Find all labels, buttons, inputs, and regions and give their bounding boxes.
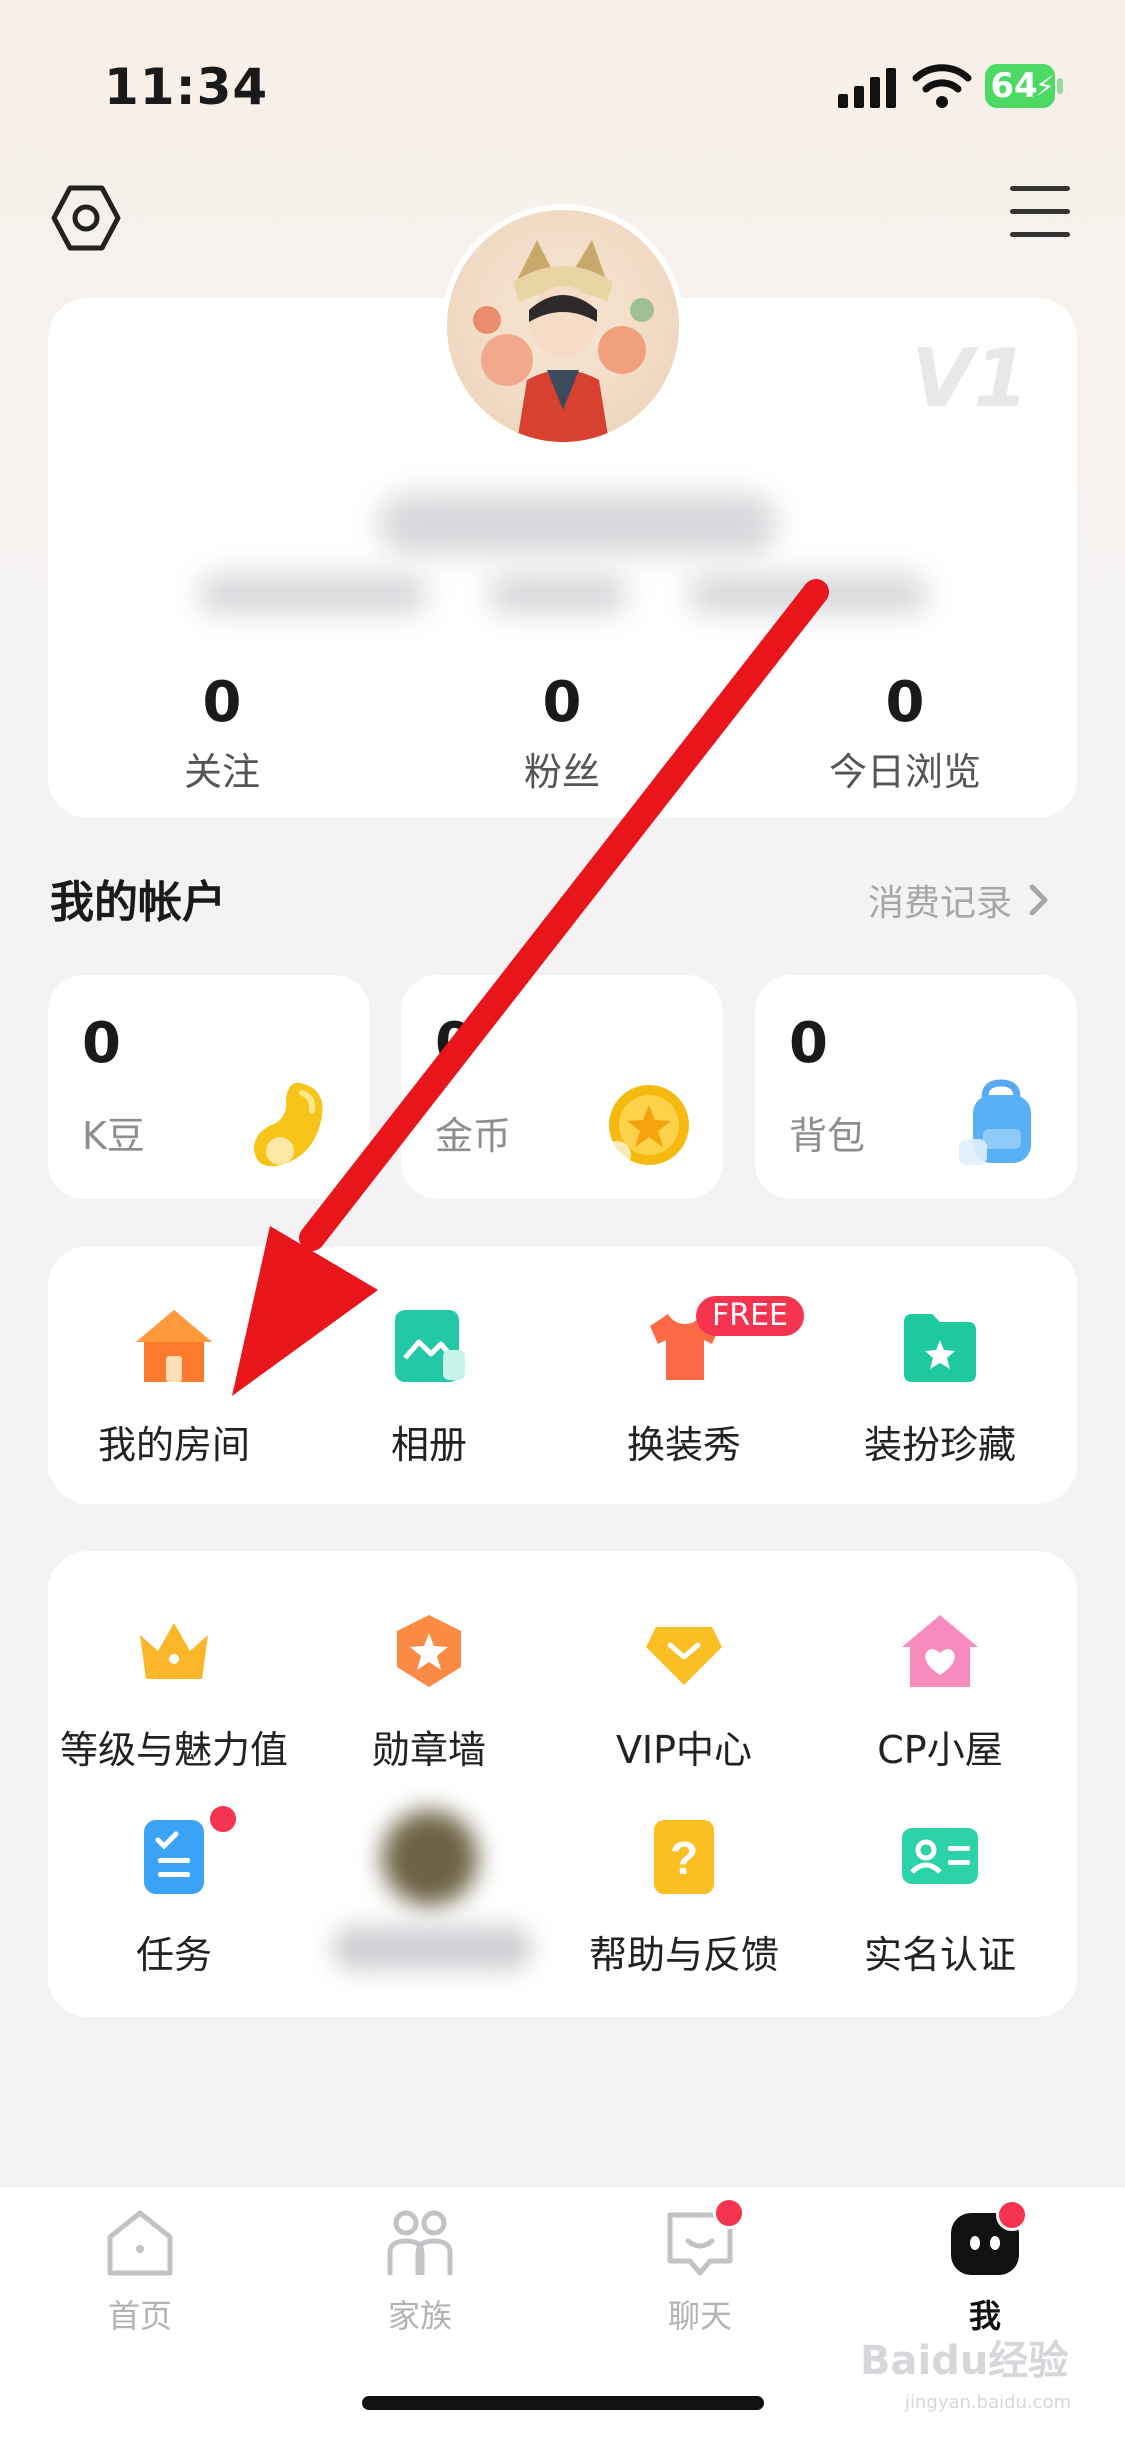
- consumption-records-link[interactable]: 消费记录: [868, 874, 1050, 926]
- service-tasks[interactable]: 任务: [45, 1814, 303, 1979]
- free-badge: FREE: [696, 1296, 805, 1336]
- service-label: VIP中心: [615, 1728, 753, 1772]
- quick-action-label: 相册: [390, 1423, 467, 1467]
- quick-action-album[interactable]: 相册: [300, 1304, 558, 1469]
- quick-action-label: 装扮珍藏: [863, 1423, 1016, 1467]
- service-medal-wall[interactable]: 勋章墙: [300, 1609, 558, 1774]
- service-label: 任务: [135, 1933, 212, 1977]
- balance-card-backpack[interactable]: 0 背包: [755, 975, 1077, 1199]
- chat-notification-dot: [713, 2197, 745, 2229]
- home-indicator: [362, 2396, 764, 2410]
- nav-me[interactable]: 我: [885, 2205, 1085, 2337]
- me-notification-dot: [996, 2199, 1028, 2231]
- family-icon: [387, 2210, 453, 2275]
- service-label: 等级与魅力值: [59, 1728, 288, 1772]
- stat-value: 0: [202, 670, 242, 735]
- medal-icon: [397, 1615, 461, 1687]
- service-help-feedback[interactable]: ? 帮助与反馈: [555, 1814, 813, 1979]
- account-section-title: 我的帐户: [50, 877, 226, 928]
- nav-chat[interactable]: 聊天: [600, 2205, 800, 2337]
- home-icon: [107, 2210, 173, 2276]
- username-blurred: [378, 494, 778, 554]
- service-level-charm[interactable]: 等级与魅力值: [45, 1609, 303, 1774]
- tasks-notification-dot: [207, 1803, 239, 1835]
- service-label: 实名认证: [863, 1933, 1016, 1977]
- user-info-blurred: [688, 574, 928, 614]
- watermark-url: jingyan.baidu.com: [905, 2392, 1072, 2413]
- user-info-blurred: [198, 574, 428, 614]
- stat-label: 今日浏览: [828, 750, 981, 794]
- balance-value: 0: [82, 1011, 121, 1076]
- stat-label: 粉丝: [523, 750, 600, 794]
- stat-label: 关注: [183, 750, 260, 794]
- backpack-icon: [959, 1079, 1031, 1165]
- watermark: Baidu经验: [860, 2338, 1069, 2384]
- vip-level-badge[interactable]: V1: [911, 332, 1029, 425]
- balance-label: K豆: [82, 1114, 145, 1158]
- balance-label: 背包: [789, 1114, 866, 1158]
- battery-icon: 64 ⚡: [985, 64, 1063, 108]
- menu-icon[interactable]: [1010, 186, 1070, 242]
- avatar[interactable]: [441, 204, 685, 448]
- task-list-icon: [144, 1820, 204, 1894]
- service-label: CP小屋: [877, 1728, 1003, 1772]
- wifi-icon: [912, 64, 972, 108]
- settings-icon[interactable]: [50, 182, 122, 254]
- stat-value: 0: [885, 670, 925, 735]
- status-time: 11:34: [104, 58, 269, 116]
- quick-action-dressup-collection[interactable]: 装扮珍藏: [811, 1304, 1069, 1469]
- balance-value: 0: [435, 1011, 474, 1076]
- nav-label: 首页: [107, 2297, 172, 2335]
- signal-icon: [838, 68, 896, 108]
- crown-icon: [140, 1623, 208, 1679]
- balance-value: 0: [789, 1011, 828, 1076]
- records-label: 消费记录: [868, 883, 1013, 924]
- nav-family[interactable]: 家族: [320, 2205, 520, 2337]
- photo-album-icon: [395, 1310, 465, 1382]
- house-icon: [136, 1310, 212, 1382]
- quick-action-my-room[interactable]: 我的房间: [45, 1304, 303, 1469]
- svg-text:?: ?: [670, 1832, 698, 1884]
- diamond-icon: [646, 1627, 722, 1685]
- service-redacted[interactable]: [320, 1800, 536, 2000]
- stat-views-today[interactable]: 0 今日浏览: [765, 670, 1045, 796]
- quick-action-label: 我的房间: [97, 1423, 250, 1467]
- balance-card-kdou[interactable]: 0 K豆: [48, 975, 370, 1199]
- chevron-right-icon: [1029, 884, 1048, 916]
- user-info-blurred: [488, 574, 628, 614]
- nav-label: 聊天: [667, 2297, 732, 2335]
- bean-icon: [254, 1082, 323, 1167]
- question-icon: ?: [654, 1820, 714, 1894]
- heart-house-icon: [902, 1615, 978, 1687]
- balance-card-gold[interactable]: 0 金币: [401, 975, 723, 1199]
- service-real-name-auth[interactable]: 实名认证: [811, 1814, 1069, 1979]
- stat-following[interactable]: 0 关注: [82, 670, 362, 796]
- stat-fans[interactable]: 0 粉丝: [422, 670, 702, 796]
- id-card-icon: [902, 1828, 978, 1884]
- quick-action-label: 换装秀: [626, 1423, 741, 1467]
- gold-coin-icon: [603, 1085, 689, 1169]
- service-label: 勋章墙: [371, 1728, 486, 1772]
- balance-label: 金币: [435, 1114, 512, 1158]
- nav-home[interactable]: 首页: [40, 2205, 240, 2337]
- folder-star-icon: [904, 1314, 976, 1382]
- service-vip-center[interactable]: VIP中心: [555, 1609, 813, 1774]
- stat-value: 0: [542, 670, 582, 735]
- service-cp-house[interactable]: CP小屋: [811, 1609, 1069, 1774]
- nav-label: 家族: [387, 2297, 452, 2335]
- service-label: 帮助与反馈: [588, 1933, 779, 1977]
